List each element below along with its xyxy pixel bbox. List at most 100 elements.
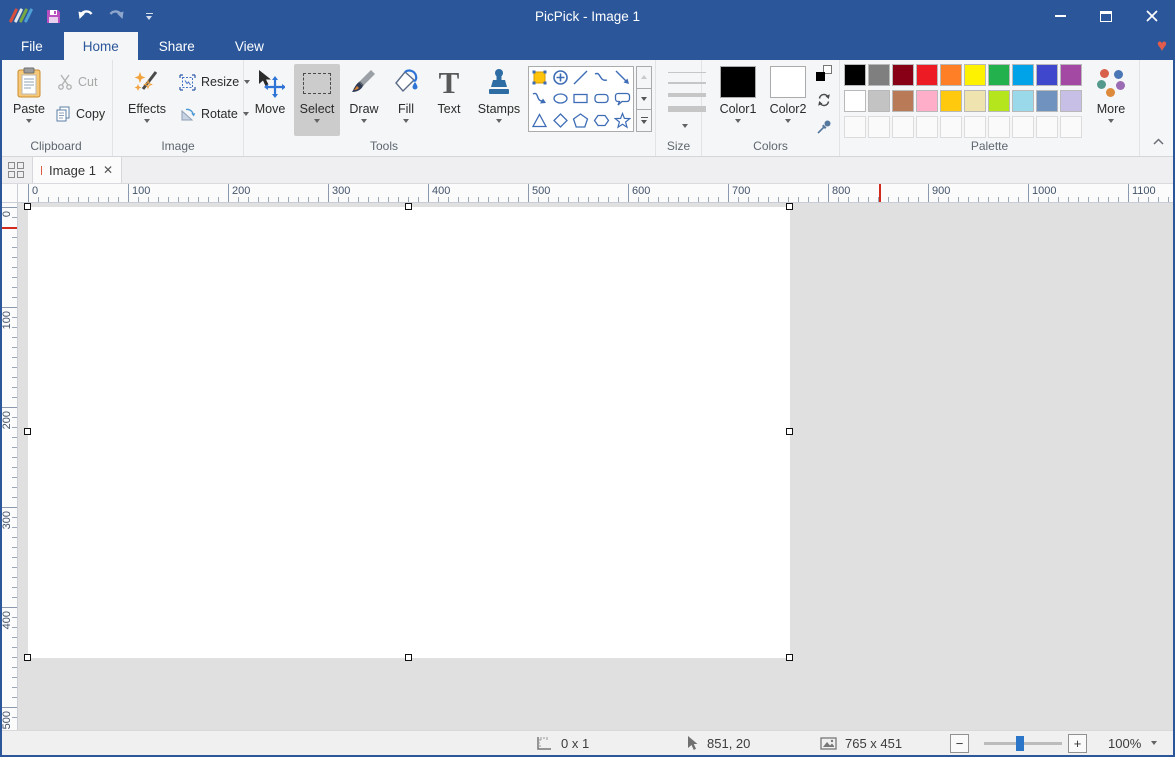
selection-handle[interactable]	[405, 654, 412, 661]
collapse-ribbon-icon[interactable]	[1147, 132, 1169, 150]
color2-button[interactable]: Color2	[764, 64, 812, 136]
save-icon[interactable]	[42, 5, 64, 27]
copy-label: Copy	[76, 107, 105, 121]
draw-label: Draw	[349, 102, 378, 116]
shape-rounded-rectangle[interactable]	[591, 88, 612, 109]
eyedropper-icon[interactable]	[815, 118, 833, 136]
palette-swatch[interactable]	[940, 64, 962, 86]
move-button[interactable]: Move	[248, 64, 292, 136]
palette-swatch[interactable]	[964, 90, 986, 112]
canvas-viewport[interactable]	[18, 203, 1173, 730]
thumbnail-view-icon[interactable]	[0, 157, 32, 183]
palette-swatch-empty[interactable]	[1036, 116, 1058, 138]
swap-colors-icon[interactable]	[815, 91, 833, 109]
selection-handle[interactable]	[786, 428, 793, 435]
effects-button[interactable]: Effects	[121, 64, 173, 136]
maximize-icon[interactable]	[1083, 0, 1129, 32]
palette-swatch[interactable]	[940, 90, 962, 112]
color1-button[interactable]: Color1	[714, 64, 762, 136]
shape-rectangle[interactable]	[571, 88, 592, 109]
palette-swatch[interactable]	[1060, 64, 1082, 86]
draw-button[interactable]: Draw	[342, 64, 386, 136]
shape-speech-bubble[interactable]	[612, 88, 633, 109]
palette-swatch[interactable]	[1012, 64, 1034, 86]
copy-button[interactable]: Copy	[55, 102, 105, 126]
selection-handle[interactable]	[405, 203, 412, 210]
undo-icon[interactable]	[74, 5, 96, 27]
palette-swatch-empty[interactable]	[868, 116, 890, 138]
zoom-level-control[interactable]: 100%	[1108, 731, 1157, 755]
shape-diamond[interactable]	[550, 110, 571, 131]
palette-swatch-empty[interactable]	[940, 116, 962, 138]
palette-swatch[interactable]	[1036, 90, 1058, 112]
gallery-scroll-up-icon[interactable]	[636, 66, 652, 89]
palette-swatch-empty[interactable]	[1060, 116, 1082, 138]
resize-button[interactable]: Resize	[179, 70, 250, 94]
shape-curve[interactable]	[591, 67, 612, 88]
stamps-button[interactable]: Stamps	[472, 64, 526, 136]
palette-swatch-empty[interactable]	[988, 116, 1010, 138]
canvas-image[interactable]	[28, 207, 790, 658]
palette-swatch[interactable]	[1012, 90, 1034, 112]
shape-hexagon[interactable]	[591, 110, 612, 131]
gallery-scroll-down-icon[interactable]	[636, 89, 652, 111]
more-colors-button[interactable]: More	[1086, 64, 1136, 136]
redo-icon[interactable]	[106, 5, 128, 27]
line-size-selector[interactable]	[668, 72, 706, 121]
tab-view[interactable]: View	[216, 32, 283, 60]
palette-swatch[interactable]	[868, 64, 890, 86]
shape-line[interactable]	[571, 67, 592, 88]
selection-handle[interactable]	[786, 654, 793, 661]
palette-swatch[interactable]	[1036, 64, 1058, 86]
palette-swatch[interactable]	[844, 64, 866, 86]
palette-swatch[interactable]	[988, 64, 1010, 86]
shape-pentagon[interactable]	[571, 110, 592, 131]
shape-circle-crosshair[interactable]	[550, 67, 571, 88]
select-button[interactable]: Select	[294, 64, 340, 136]
palette-swatch-empty[interactable]	[964, 116, 986, 138]
zoom-out-button[interactable]: −	[950, 734, 969, 753]
shape-triangle[interactable]	[529, 110, 550, 131]
palette-swatch[interactable]	[1060, 90, 1082, 112]
default-colors-icon[interactable]	[815, 64, 833, 82]
palette-swatch[interactable]	[892, 64, 914, 86]
palette-swatch[interactable]	[916, 90, 938, 112]
rotate-button[interactable]: Rotate	[179, 102, 249, 126]
cut-button[interactable]: Cut	[57, 70, 97, 94]
shape-ellipse[interactable]	[550, 88, 571, 109]
size-dropdown-caret[interactable]	[682, 124, 688, 128]
tab-home[interactable]: Home	[64, 32, 138, 60]
selection-handle[interactable]	[24, 428, 31, 435]
shape-star[interactable]	[612, 110, 633, 131]
minimize-icon[interactable]	[1037, 0, 1083, 32]
palette-swatch-empty[interactable]	[916, 116, 938, 138]
shape-curved-arrow[interactable]	[529, 88, 550, 109]
document-tab-image1[interactable]: Image 1 ✕	[32, 157, 122, 183]
palette-swatch-empty[interactable]	[1012, 116, 1034, 138]
heart-icon[interactable]: ♥	[1157, 32, 1167, 60]
zoom-in-button[interactable]: +	[1068, 734, 1087, 753]
zoom-slider-thumb[interactable]	[1016, 736, 1024, 751]
tab-share[interactable]: Share	[140, 32, 214, 60]
palette-swatch[interactable]	[988, 90, 1010, 112]
palette-swatch-empty[interactable]	[892, 116, 914, 138]
tab-close-icon[interactable]: ✕	[103, 164, 113, 176]
shape-arrow-line[interactable]	[612, 67, 633, 88]
palette-swatch[interactable]	[964, 64, 986, 86]
selection-handle[interactable]	[24, 203, 31, 210]
palette-swatch-empty[interactable]	[844, 116, 866, 138]
selection-handle[interactable]	[786, 203, 793, 210]
gallery-expand-icon[interactable]	[636, 110, 652, 132]
palette-swatch[interactable]	[844, 90, 866, 112]
paste-button[interactable]: Paste	[6, 64, 52, 136]
palette-swatch[interactable]	[868, 90, 890, 112]
shape-selected-rectangle[interactable]	[529, 67, 550, 88]
selection-handle[interactable]	[24, 654, 31, 661]
close-icon[interactable]	[1129, 0, 1175, 32]
fill-button[interactable]: Fill	[386, 64, 426, 136]
palette-swatch[interactable]	[916, 64, 938, 86]
tab-file[interactable]: File	[2, 32, 62, 60]
customize-toolbar-icon[interactable]	[138, 5, 160, 27]
text-button[interactable]: T Text	[428, 64, 470, 136]
palette-swatch[interactable]	[892, 90, 914, 112]
